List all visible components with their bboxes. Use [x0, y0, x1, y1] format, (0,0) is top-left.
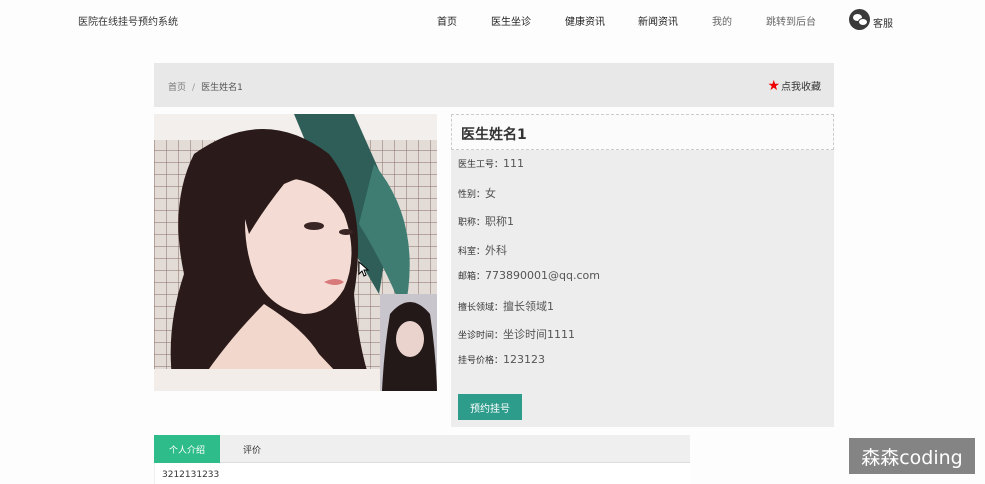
- field-value: 773890001@qq.com: [485, 269, 600, 282]
- tab-reviews[interactable]: 评价: [220, 435, 284, 463]
- breadcrumb-separator: /: [192, 83, 196, 93]
- nav-item-health-info[interactable]: 健康资讯: [565, 13, 605, 28]
- favorite-button[interactable]: ★ 点我收藏: [767, 77, 821, 94]
- field-email: 邮箱：773890001@qq.com: [458, 269, 600, 282]
- field-value: 111: [503, 157, 525, 170]
- doctor-info-panel: 医生姓名1 医生工号：111 性别：女 职称：职称1 科室：外科 邮箱：7738…: [451, 114, 834, 427]
- site-title: 医院在线挂号预约系统: [78, 17, 178, 28]
- field-title: 职称：职称1: [458, 213, 514, 229]
- wechat-icon: [849, 9, 870, 30]
- favorite-label: 点我收藏: [781, 82, 821, 93]
- nav-item-admin[interactable]: 跳转到后台: [766, 13, 816, 28]
- field-department: 科室：外科: [458, 242, 507, 258]
- field-value: 女: [485, 187, 497, 200]
- field-label: 医生工号：: [458, 160, 504, 170]
- doctor-illustration: [154, 114, 437, 391]
- doctor-name: 医生姓名1: [451, 114, 834, 150]
- field-label: 挂号价格：: [458, 356, 504, 366]
- customer-service-label: 客服: [873, 19, 893, 30]
- customer-service[interactable]: 客服: [849, 9, 893, 30]
- nav-item-news[interactable]: 新闻资讯: [638, 13, 678, 28]
- tab-content: 3212131233: [154, 463, 690, 484]
- field-value: 职称1: [485, 215, 515, 228]
- field-doctor-id: 医生工号：111: [458, 157, 524, 170]
- breadcrumb-current: 医生姓名1: [201, 83, 243, 93]
- detail-tabs: 个人介绍 评价: [154, 435, 690, 463]
- star-icon: ★: [767, 77, 780, 94]
- field-value: 坐诊时间1111: [503, 328, 576, 341]
- field-value: 擅长领域1: [503, 300, 555, 313]
- book-appointment-button[interactable]: 预约挂号: [458, 394, 522, 420]
- field-price: 挂号价格：123123: [458, 353, 545, 366]
- mouse-cursor-icon: [358, 261, 370, 277]
- nav-item-doctors[interactable]: 医生坐诊: [491, 13, 531, 28]
- watermark: 森森coding: [849, 438, 975, 474]
- field-specialty: 擅长领域：擅长领域1: [458, 298, 554, 314]
- field-label: 科室：: [458, 247, 486, 257]
- nav-item-mine[interactable]: 我的: [712, 13, 732, 28]
- breadcrumb: 首页 / 医生姓名1: [168, 80, 243, 93]
- tab-introduction[interactable]: 个人介绍: [154, 435, 220, 463]
- field-value: 外科: [485, 244, 508, 257]
- field-label: 职称：: [458, 218, 486, 228]
- field-label: 坐诊时间：: [458, 331, 504, 341]
- nav-item-home[interactable]: 首页: [437, 13, 457, 28]
- page: 医院在线挂号预约系统 首页 医生坐诊 健康资讯 新闻资讯 我的 跳转到后台 客服…: [0, 0, 985, 484]
- field-gender: 性别：女: [458, 185, 496, 201]
- breadcrumb-home[interactable]: 首页: [168, 83, 186, 93]
- field-schedule: 坐诊时间：坐诊时间1111: [458, 326, 575, 342]
- field-label: 性别：: [458, 190, 486, 200]
- breadcrumb-bar: 首页 / 医生姓名1 ★ 点我收藏: [154, 63, 834, 107]
- doctor-photo: [154, 114, 437, 391]
- field-label: 擅长领域：: [458, 303, 504, 313]
- field-label: 邮箱：: [458, 272, 486, 282]
- field-value: 123123: [503, 353, 546, 366]
